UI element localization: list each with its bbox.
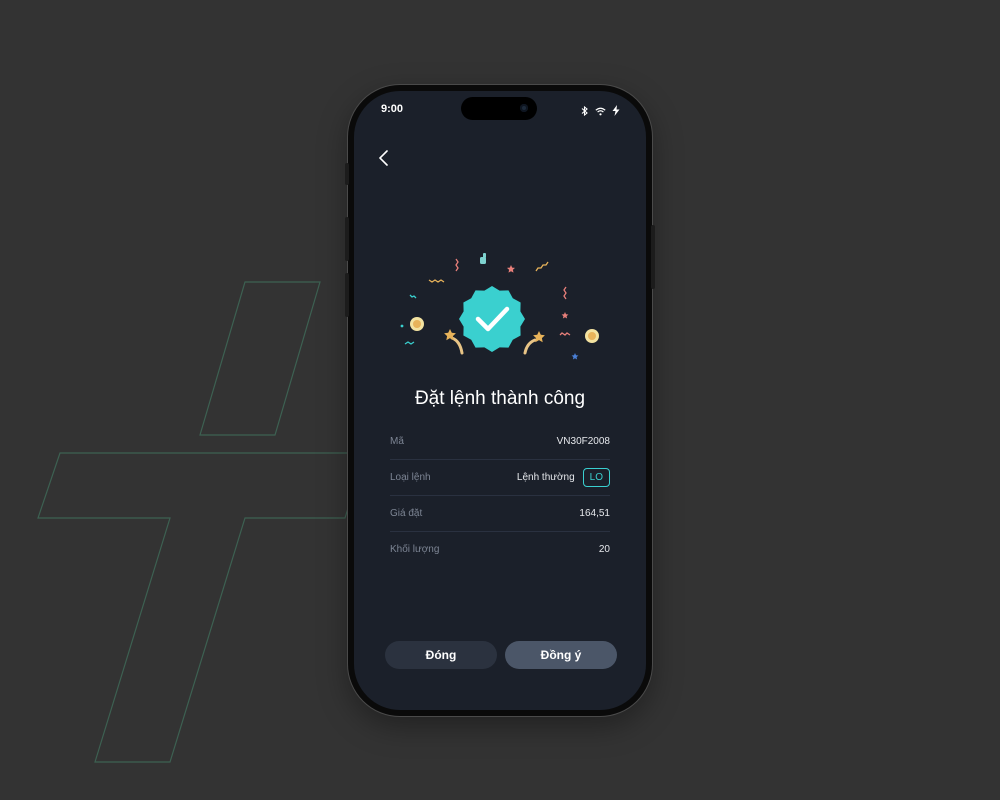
coin-icon	[585, 329, 599, 343]
detail-label: Loại lệnh	[390, 472, 431, 483]
success-title: Đặt lệnh thành công	[414, 388, 586, 409]
detail-value: VN30F2008	[556, 436, 610, 447]
detail-label: Mã	[390, 436, 404, 447]
detail-value: Lệnh thường	[516, 472, 575, 483]
detail-row-price: Giá đặt 164,51	[390, 496, 610, 532]
status-time: 9:00	[381, 103, 404, 115]
back-button[interactable]	[372, 146, 396, 170]
charging-icon	[612, 103, 620, 121]
order-type-badge: LO	[582, 468, 610, 487]
phone-frame: 9:00 Đặt lệnh thành công Mã VN30F2008 Lo…	[345, 85, 655, 716]
thumbs-up-icon	[480, 253, 486, 264]
close-button[interactable]: Đóng	[385, 641, 497, 669]
detail-label: Khối lượng	[390, 544, 440, 555]
detail-row-quantity: Khối lượng 20	[390, 532, 610, 567]
detail-value: 20	[598, 544, 610, 555]
success-celebration-illustration	[400, 253, 599, 360]
shooting-star-icon	[523, 331, 545, 355]
verified-badge-icon	[459, 286, 525, 352]
dynamic-island	[461, 97, 537, 120]
coin-icon	[410, 317, 424, 331]
phone-screen: 9:00 Đặt lệnh thành công Mã VN30F2008 Lo…	[354, 91, 646, 710]
chevron-left-icon	[379, 150, 388, 166]
detail-row-symbol: Mã VN30F2008	[390, 424, 610, 460]
confirm-button[interactable]: Đồng ý	[505, 641, 617, 669]
detail-value: 164,51	[579, 508, 610, 519]
shooting-star-icon	[444, 329, 464, 355]
detail-label: Giá đặt	[390, 508, 423, 519]
wifi-icon	[595, 103, 606, 121]
order-details: Mã VN30F2008 Loại lệnh Lệnh thường LO Gi…	[390, 424, 610, 567]
status-icons	[581, 103, 620, 121]
detail-row-order-type: Loại lệnh Lệnh thường LO	[390, 460, 610, 496]
bluetooth-icon	[581, 103, 589, 121]
